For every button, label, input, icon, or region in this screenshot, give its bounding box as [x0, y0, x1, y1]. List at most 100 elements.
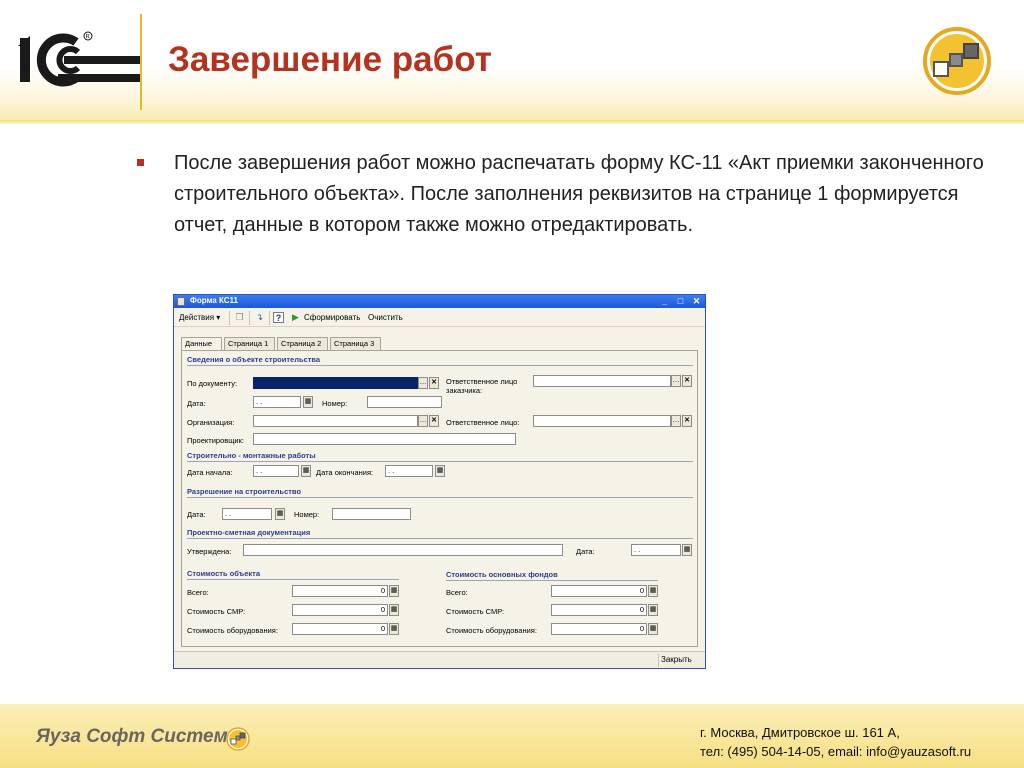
tab-page-1[interactable]: Страница 1 [224, 337, 275, 350]
fa-equipment-field[interactable]: 0 [551, 623, 647, 635]
object-total-field[interactable]: 0 [292, 585, 388, 597]
status-separator [658, 654, 659, 667]
end-date-field[interactable]: . . [385, 465, 433, 477]
calendar-icon[interactable]: ▦ [435, 465, 445, 477]
section-divider [187, 461, 693, 462]
footer-brand: Яуза Софт Системз [36, 726, 238, 747]
close-button[interactable]: Закрыть [661, 655, 692, 664]
section-divider [187, 365, 693, 366]
calendar-icon[interactable]: ▦ [303, 396, 313, 408]
tab-panel-data: Сведения о объекте строительства По доку… [181, 350, 698, 647]
permit-date-label: Дата: [187, 510, 206, 519]
clear-button[interactable]: Очистить [368, 313, 403, 322]
approved-field[interactable] [243, 544, 563, 556]
date-field[interactable]: . . [253, 396, 301, 408]
calendar-icon[interactable]: ▦ [682, 544, 692, 556]
select-icon[interactable]: … [418, 377, 428, 389]
generate-button[interactable]: Сформировать [304, 313, 360, 322]
section-fixed-assets-title: Стоимость основных фондов [446, 570, 558, 579]
window-toolbar: Действия ▾ ❐ ↴ ? ▶ Сформировать Очистить [174, 309, 705, 327]
smr-cost-label: Стоимость СМР: [187, 607, 246, 616]
window-titlebar: Форма КС11 _ □ ✕ [174, 295, 705, 308]
date-label: Дата: [187, 399, 206, 408]
section-divider [187, 538, 693, 539]
copy-icon[interactable]: ❐ [234, 312, 245, 323]
permit-number-field[interactable] [332, 508, 411, 520]
yauza-cubes-logo-icon [923, 27, 991, 95]
by-document-label: По документу: [187, 379, 238, 388]
body-paragraph: После завершения работ можно распечатать… [174, 152, 984, 236]
section-object-title: Сведения о объекте строительства [187, 355, 321, 364]
fa-total-label: Всего: [446, 588, 468, 597]
section-divider [446, 580, 658, 581]
slide-header [0, 0, 1024, 122]
customer-responsible-label: Ответственное лицо [446, 377, 518, 386]
customer-responsible-label-2: заказчика: [446, 386, 483, 395]
calculator-icon[interactable]: ▦ [648, 604, 658, 616]
header-rule [0, 120, 1024, 124]
section-permit-title: Разрешение на строительство [187, 487, 302, 496]
calculator-icon[interactable]: ▦ [389, 585, 399, 597]
fa-smr-cost-label: Стоимость СМР: [446, 607, 505, 616]
select-icon[interactable]: … [671, 375, 681, 387]
footer-address: г. Москва, Дмитровское ш. 161 А, [700, 725, 900, 740]
toolbar-separator [229, 311, 230, 325]
calculator-icon[interactable]: ▦ [389, 604, 399, 616]
1c-logo-icon: R [18, 31, 140, 87]
calendar-icon[interactable]: ▦ [275, 508, 285, 520]
document-icon [177, 297, 185, 306]
object-equipment-field[interactable]: 0 [292, 623, 388, 635]
tab-data[interactable]: Данные [181, 337, 222, 351]
designer-label: Проектировщик: [187, 436, 244, 445]
number-field[interactable] [367, 396, 442, 408]
end-date-label: Дата окончания: [316, 468, 374, 477]
total-label: Всего: [187, 588, 209, 597]
toolbar-separator [249, 311, 250, 325]
section-construction-title: Строительно - монтажные работы [187, 451, 316, 460]
responsible-field[interactable] [533, 415, 671, 427]
tab-page-3[interactable]: Страница 3 [330, 337, 381, 350]
approved-label: Утверждена: [187, 547, 232, 556]
organization-label: Организация: [187, 418, 235, 427]
tab-page-2[interactable]: Страница 2 [277, 337, 328, 350]
calendar-icon[interactable]: ▦ [301, 465, 311, 477]
section-divider [187, 497, 693, 498]
customer-responsible-field[interactable] [533, 375, 671, 387]
calculator-icon[interactable]: ▦ [389, 623, 399, 635]
select-icon[interactable]: … [418, 415, 428, 427]
calculator-icon[interactable]: ▦ [648, 623, 658, 635]
approved-date-field[interactable]: . . [631, 544, 681, 556]
object-smr-field[interactable]: 0 [292, 604, 388, 616]
approved-date-label: Дата: [576, 547, 595, 556]
clear-icon[interactable]: ✕ [429, 377, 439, 389]
window-title: Форма КС11 [190, 296, 238, 305]
logo-divider [140, 14, 142, 110]
organization-field[interactable] [253, 415, 418, 427]
footer-contacts: г. Москва, Дмитровское ш. 161 А, тел: (4… [700, 723, 971, 761]
play-icon[interactable]: ▶ [290, 312, 301, 323]
equipment-cost-label: Стоимость оборудования: [187, 626, 278, 635]
close-icon[interactable]: ✕ [691, 296, 702, 307]
by-document-field[interactable] [253, 377, 418, 389]
footer-phone-email: тел: (495) 504-14-05, email: info@yauzas… [700, 744, 972, 759]
maximize-icon[interactable]: □ [675, 296, 686, 307]
window-statusbar: Закрыть [174, 651, 705, 668]
clear-icon[interactable]: ✕ [429, 415, 439, 427]
start-date-label: Дата начала: [187, 468, 233, 477]
select-icon[interactable]: … [671, 415, 681, 427]
minimize-icon[interactable]: _ [659, 296, 670, 307]
actions-menu[interactable]: Действия ▾ [179, 313, 220, 322]
designer-field[interactable] [253, 433, 516, 445]
help-icon[interactable]: ? [273, 312, 284, 323]
clear-icon[interactable]: ✕ [682, 415, 692, 427]
start-date-field[interactable]: . . [253, 465, 299, 477]
fa-total-field[interactable]: 0 [551, 585, 647, 597]
fa-smr-field[interactable]: 0 [551, 604, 647, 616]
responsible-label: Ответственное лицо: [446, 418, 520, 427]
move-icon[interactable]: ↴ [254, 312, 265, 323]
toolbar-separator [269, 311, 270, 325]
clear-icon[interactable]: ✕ [682, 375, 692, 387]
ks11-form-window: Форма КС11 _ □ ✕ Действия ▾ ❐ ↴ ? ▶ Сфор… [173, 294, 706, 669]
permit-date-field[interactable]: . . [222, 508, 272, 520]
calculator-icon[interactable]: ▦ [648, 585, 658, 597]
